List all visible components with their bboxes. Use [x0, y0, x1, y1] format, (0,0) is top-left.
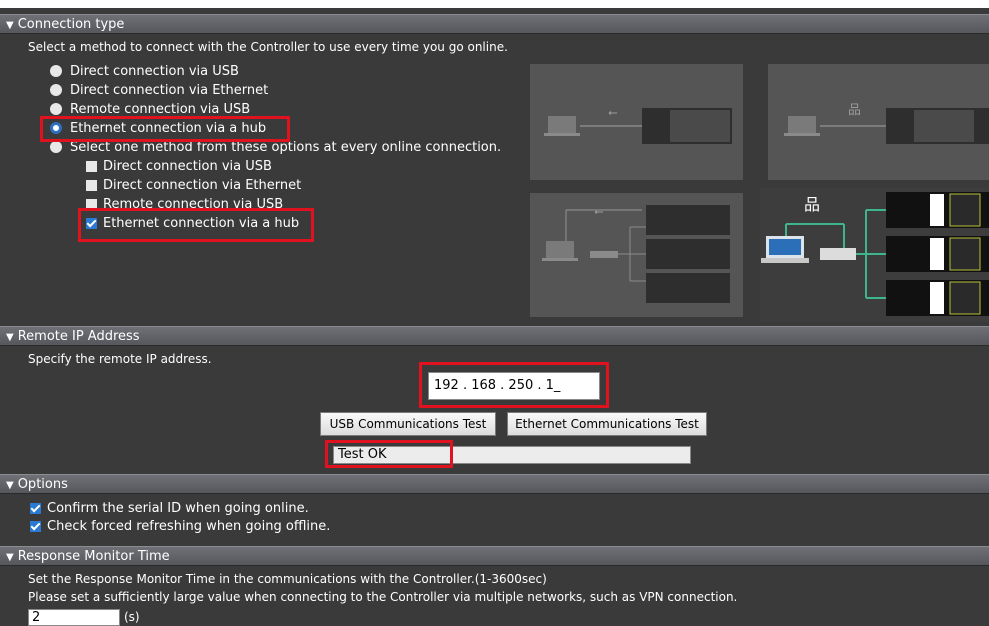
- radio-label: Direct connection via Ethernet: [70, 82, 269, 98]
- checkbox-direct-usb[interactable]: Direct connection via USB: [86, 157, 272, 175]
- diagram-ethernet-direct: 品: [768, 64, 989, 180]
- usb-direct-illustration: ⭠: [544, 105, 732, 144]
- highlight-checkbox-ethernet-hub: [78, 208, 314, 242]
- laptop-icon: [788, 116, 816, 133]
- hub-icon: [590, 251, 618, 258]
- highlight-ip-address: [419, 362, 609, 408]
- diagram-usb-direct: ⭠: [530, 64, 743, 180]
- checkbox[interactable]: [86, 179, 97, 191]
- remote-usb-illustration: ⭠: [542, 204, 730, 303]
- usb-icon: ⭠: [594, 204, 604, 218]
- radio-button[interactable]: [50, 65, 62, 77]
- response-description-line2: Please set a sufficiently large value wh…: [28, 590, 738, 604]
- section-header-options[interactable]: ▼ Options: [0, 474, 989, 494]
- checkbox-checked[interactable]: [30, 520, 41, 532]
- hub-icon: [820, 248, 856, 260]
- collapse-triangle-icon: ▼: [6, 20, 14, 31]
- laptop-icon: [548, 116, 576, 133]
- laptop-icon: [546, 241, 574, 258]
- network-icon: 品: [804, 195, 820, 214]
- section-header-connection-type[interactable]: ▼ Connection type: [0, 14, 989, 34]
- radio-direct-usb[interactable]: Direct connection via USB: [50, 62, 239, 80]
- diagram-remote-usb: ⭠: [530, 193, 743, 317]
- radio-button[interactable]: [50, 84, 62, 96]
- controller-icon: [646, 273, 730, 303]
- diagram-ethernet-hub: 品: [760, 188, 989, 322]
- section-title: Connection type: [17, 17, 125, 32]
- section-header-response-monitor[interactable]: ▼ Response Monitor Time: [0, 546, 989, 566]
- radio-label: Direct connection via USB: [70, 63, 239, 79]
- controller-icon: [646, 205, 730, 235]
- checkbox-checked[interactable]: [30, 502, 41, 514]
- response-unit-label: (s): [124, 610, 140, 624]
- radio-button[interactable]: [50, 141, 62, 153]
- controller-icon: [646, 239, 730, 269]
- highlight-radio-ethernet-hub: [40, 116, 290, 142]
- response-description-line1: Set the Response Monitor Time in the com…: [28, 572, 547, 586]
- section-title: Response Monitor Time: [17, 549, 170, 564]
- remote-ip-instruction: Specify the remote IP address.: [28, 352, 212, 366]
- option-confirm-serial-id[interactable]: Confirm the serial ID when going online.: [30, 499, 309, 517]
- highlight-test-result: [325, 440, 453, 468]
- ethernet-direct-illustration: 品: [784, 103, 989, 144]
- radio-button[interactable]: [50, 103, 62, 115]
- radio-direct-ethernet[interactable]: Direct connection via Ethernet: [50, 81, 268, 99]
- collapse-triangle-icon: ▼: [6, 332, 14, 343]
- ethernet-hub-illustration: 品: [761, 192, 989, 316]
- collapse-triangle-icon: ▼: [6, 552, 14, 563]
- ethernet-communications-test-button[interactable]: Ethernet Communications Test: [507, 412, 707, 436]
- connection-intro: Select a method to connect with the Cont…: [28, 40, 508, 54]
- collapse-triangle-icon: ▼: [6, 480, 14, 491]
- checkbox-label: Direct connection via Ethernet: [103, 177, 302, 193]
- usb-icon: ⭠: [608, 105, 618, 119]
- checkbox-label: Direct connection via USB: [103, 158, 272, 174]
- checkbox-label: Check forced refreshing when going offli…: [47, 518, 331, 534]
- checkbox[interactable]: [86, 160, 97, 172]
- network-icon: 品: [848, 103, 861, 118]
- section-title: Remote IP Address: [17, 329, 140, 344]
- response-time-input[interactable]: 2: [28, 609, 120, 626]
- section-title: Options: [17, 477, 68, 492]
- usb-communications-test-button[interactable]: USB Communications Test: [320, 412, 496, 436]
- radio-label: Remote connection via USB: [70, 101, 251, 117]
- option-check-forced-refresh[interactable]: Check forced refreshing when going offli…: [30, 517, 330, 535]
- checkbox-label: Confirm the serial ID when going online.: [47, 500, 309, 516]
- section-header-remote-ip[interactable]: ▼ Remote IP Address: [0, 326, 989, 346]
- checkbox-direct-ethernet[interactable]: Direct connection via Ethernet: [86, 176, 301, 194]
